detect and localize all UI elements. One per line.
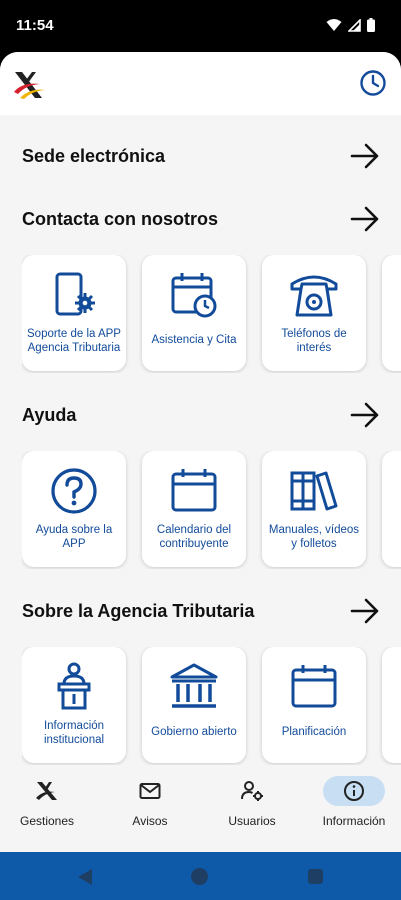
arrow-right-icon[interactable] bbox=[348, 139, 382, 173]
card-ayuda-app[interactable]: Ayuda sobre la APP bbox=[22, 451, 126, 567]
nav-usuarios[interactable]: Usuarios bbox=[202, 776, 302, 836]
nav-gestiones[interactable]: Gestiones bbox=[0, 776, 97, 836]
system-navigation-bar bbox=[0, 852, 401, 900]
recents-icon[interactable] bbox=[308, 869, 323, 884]
nav-avisos[interactable]: Avisos bbox=[100, 776, 200, 836]
section-title: Ayuda bbox=[22, 404, 77, 425]
nav-label: Gestiones bbox=[19, 814, 75, 828]
card-peek[interactable] bbox=[382, 647, 401, 763]
section-title: Contacta con nosotros bbox=[22, 208, 219, 229]
status-bar: 11:54 bbox=[0, 0, 401, 52]
section-contacta[interactable]: Contacta con nosotros bbox=[22, 199, 382, 239]
calendar-icon bbox=[289, 661, 339, 713]
government-building-icon bbox=[169, 661, 219, 713]
card-calendario[interactable]: Calendario del contribuyente bbox=[142, 451, 246, 567]
status-time: 11:54 bbox=[16, 17, 54, 34]
arrow-right-icon[interactable] bbox=[348, 398, 382, 432]
card-label: Gobierno abierto bbox=[151, 726, 237, 738]
mail-icon bbox=[119, 776, 181, 806]
clock-icon[interactable] bbox=[359, 69, 387, 97]
card-planificacion[interactable]: Planificación bbox=[262, 647, 366, 763]
card-gobierno-abierto[interactable]: Gobierno abierto bbox=[142, 647, 246, 763]
nav-label: Usuarios bbox=[228, 814, 276, 828]
card-telefonos[interactable]: Teléfonos de interés bbox=[262, 255, 366, 371]
card-asistencia-cita[interactable]: Asistencia y Cita bbox=[142, 255, 246, 371]
signal-icon bbox=[348, 18, 361, 32]
card-peek[interactable] bbox=[382, 255, 401, 371]
arrow-right-icon[interactable] bbox=[348, 594, 382, 628]
back-icon[interactable] bbox=[77, 868, 93, 886]
card-label: Información institucional bbox=[43, 720, 105, 746]
phone-gear-icon bbox=[49, 269, 99, 321]
info-content: Sede electrónica Contacta con nosotros S… bbox=[0, 115, 401, 766]
cards-ayuda: Ayuda sobre la APP Calendario del contri… bbox=[22, 451, 401, 569]
status-icons bbox=[326, 18, 375, 32]
card-informacion-institucional[interactable]: Información institucional bbox=[22, 647, 126, 763]
app-header bbox=[0, 52, 401, 115]
card-label: Asistencia y Cita bbox=[151, 334, 237, 346]
cards-contacta: Soporte de la APP Agencia Tributaria Asi… bbox=[22, 255, 401, 373]
user-gear-icon bbox=[221, 776, 283, 806]
card-peek[interactable] bbox=[382, 451, 401, 567]
info-icon bbox=[323, 776, 385, 806]
calendar-icon bbox=[169, 465, 219, 517]
app-screen: Sede electrónica Contacta con nosotros S… bbox=[0, 52, 401, 852]
nav-label: Avisos bbox=[132, 814, 168, 828]
card-label: Teléfonos de interés bbox=[281, 328, 347, 354]
agency-logo-icon bbox=[16, 776, 78, 806]
agencia-tributaria-logo[interactable] bbox=[12, 68, 46, 100]
calendar-clock-icon bbox=[169, 269, 219, 321]
wifi-icon bbox=[326, 19, 342, 31]
home-icon[interactable] bbox=[191, 868, 208, 885]
card-label: Ayuda sobre la APP bbox=[35, 524, 113, 550]
section-sede-electronica[interactable]: Sede electrónica bbox=[22, 136, 382, 176]
card-label: Soporte de la APP Agencia Tributaria bbox=[27, 328, 121, 354]
arrow-right-icon[interactable] bbox=[348, 202, 382, 236]
card-manuales[interactable]: Manuales, vídeos y folletos bbox=[262, 451, 366, 567]
card-label: Manuales, vídeos y folletos bbox=[268, 524, 360, 550]
battery-icon bbox=[367, 18, 375, 32]
nav-label: Información bbox=[322, 814, 386, 828]
card-label: Calendario del contribuyente bbox=[156, 524, 232, 550]
help-circle-icon bbox=[49, 465, 99, 517]
books-icon bbox=[289, 465, 339, 517]
bottom-navigation: Gestiones Avisos Usuarios Información bbox=[0, 766, 401, 852]
card-soporte-app[interactable]: Soporte de la APP Agencia Tributaria bbox=[22, 255, 126, 371]
cards-sobre-agencia: Información institucional Gobierno abier… bbox=[22, 647, 401, 765]
speaker-podium-icon bbox=[49, 661, 99, 713]
telephone-icon bbox=[289, 269, 339, 321]
section-ayuda[interactable]: Ayuda bbox=[22, 395, 382, 435]
section-title: Sede electrónica bbox=[22, 145, 166, 166]
section-title: Sobre la Agencia Tributaria bbox=[22, 600, 255, 621]
nav-informacion[interactable]: Información bbox=[304, 776, 401, 836]
card-label: Planificación bbox=[281, 726, 347, 738]
section-sobre-agencia[interactable]: Sobre la Agencia Tributaria bbox=[22, 591, 382, 631]
